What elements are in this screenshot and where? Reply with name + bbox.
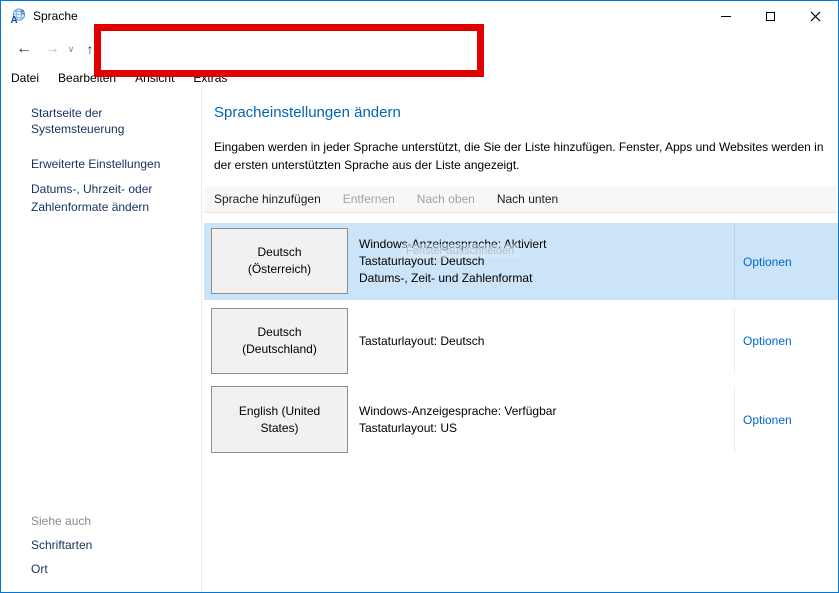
language-row-english-united-states[interactable]: English (United States) Windows-Anzeiges… (204, 386, 839, 453)
recent-pages-chevron-icon[interactable]: ∨ (63, 31, 79, 67)
language-name: Deutsch (Deutschland) (227, 324, 333, 358)
language-details: Windows-Anzeigesprache: Aktiviert Tastat… (359, 223, 729, 300)
menu-extras[interactable]: Extras (193, 71, 227, 85)
navigation-bar: ← → ∨ ↑ A › Systemsteuerung › Zeit, Spra… (1, 31, 838, 67)
language-details: Tastaturlayout: Deutsch (359, 308, 729, 374)
sidebar-item-datumsformate[interactable]: Datums-, Uhrzeit- oder Zahlenformate änd… (31, 180, 181, 216)
close-button[interactable] (793, 1, 838, 31)
move-up-button: Nach oben (417, 192, 475, 206)
add-language-button[interactable]: Sprache hinzufügen (214, 192, 321, 206)
sidebar: Startseite der Systemsteuerung Erweitert… (1, 89, 202, 592)
sidebar-item-schriftarten[interactable]: Schriftarten (31, 537, 92, 553)
language-app-icon: A (10, 8, 26, 24)
sidebar-item-ort[interactable]: Ort (31, 561, 92, 577)
language-row-deutsch-deutschland[interactable]: Deutsch (Deutschland) Tastaturlayout: De… (204, 308, 839, 374)
options-link[interactable]: Optionen (743, 255, 792, 269)
menu-bearbeiten[interactable]: Bearbeiten (58, 71, 116, 85)
detail-line: Windows-Anzeigesprache: Verfügbar (359, 403, 729, 420)
options-link[interactable]: Optionen (743, 334, 792, 348)
language-name: Deutsch (Österreich) (227, 244, 333, 278)
language-details: Windows-Anzeigesprache: Verfügbar Tastat… (359, 386, 729, 453)
minimize-button[interactable] (703, 1, 748, 31)
page-description: Eingaben werden in jeder Sprache unterst… (214, 138, 834, 174)
language-row-deutsch-oesterreich[interactable]: Deutsch (Österreich) Windows-Anzeigespra… (204, 223, 839, 300)
app-window: A Sprache ← → ∨ ↑ A › (0, 0, 839, 593)
main-content: Spracheinstellungen ändern Eingaben werd… (202, 89, 838, 592)
language-tile[interactable]: Deutsch (Österreich) (211, 228, 348, 294)
back-icon[interactable]: ← (11, 31, 37, 67)
minimize-icon (721, 16, 731, 17)
detail-line: Datums-, Zeit- und Zahlenformat (359, 270, 729, 287)
detail-line: Windows-Anzeigesprache: Aktiviert (359, 236, 729, 253)
window-controls (703, 1, 838, 31)
move-down-button[interactable]: Nach unten (497, 192, 558, 206)
options-cell: Optionen (735, 386, 839, 453)
sidebar-item-startseite[interactable]: Startseite der Systemsteuerung (31, 105, 187, 137)
detail-line: Tastaturlayout: Deutsch (359, 253, 729, 270)
svg-text:A: A (11, 15, 18, 24)
see-also-header: Siehe auch (31, 514, 92, 528)
up-icon[interactable]: ↑ (79, 31, 101, 67)
detail-line: Tastaturlayout: US (359, 420, 729, 437)
maximize-button[interactable] (748, 1, 793, 31)
remove-language-button: Entfernen (343, 192, 395, 206)
close-icon (810, 11, 821, 22)
language-name: English (United States) (227, 403, 333, 437)
sidebar-item-erweiterte-einstellungen[interactable]: Erweiterte Einstellungen (31, 156, 187, 172)
maximize-icon (766, 12, 775, 21)
detail-line: Tastaturlayout: Deutsch (359, 333, 729, 350)
language-tile[interactable]: English (United States) (211, 386, 348, 453)
title-bar: A Sprache (1, 1, 838, 31)
sidebar-see-also-section: Siehe auch Schriftarten Ort (31, 514, 92, 585)
window-title: Sprache (33, 9, 78, 23)
options-cell: Optionen (735, 223, 839, 300)
menu-datei[interactable]: Datei (11, 71, 39, 85)
menu-bar: Datei Bearbeiten Ansicht Extras (1, 67, 838, 89)
language-tile[interactable]: Deutsch (Deutschland) (211, 308, 348, 374)
options-link[interactable]: Optionen (743, 413, 792, 427)
options-cell: Optionen (735, 308, 839, 374)
forward-icon[interactable]: → (39, 31, 65, 67)
menu-ansicht[interactable]: Ansicht (135, 71, 174, 85)
language-list-toolbar: Sprache hinzufügen Entfernen Nach oben N… (205, 186, 837, 213)
page-title: Spracheinstellungen ändern (214, 104, 401, 121)
